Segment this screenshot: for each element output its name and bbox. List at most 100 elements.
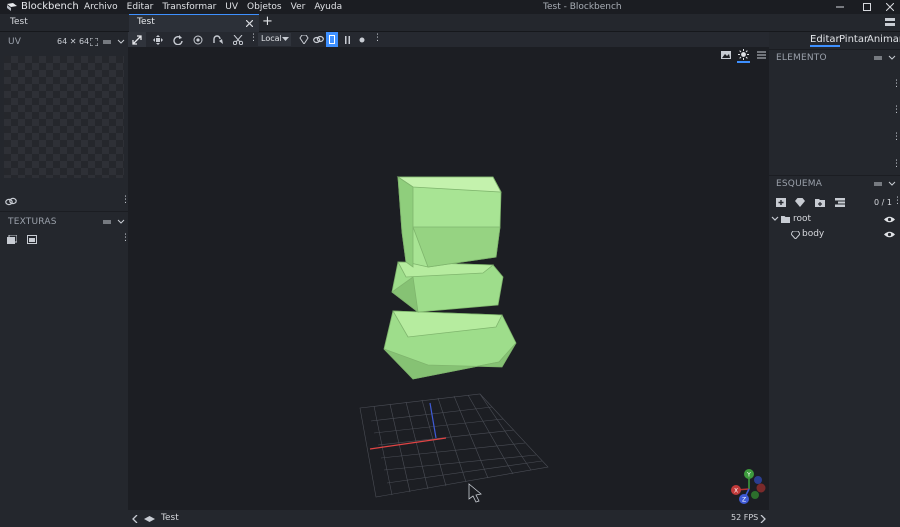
menu-item-objetos[interactable]: Objetos: [247, 2, 282, 12]
minimize-icon[interactable]: [833, 1, 847, 13]
toolbar-dots-icon[interactable]: ⋮: [249, 33, 258, 43]
gizmo-z-label: Z: [742, 497, 746, 504]
green-model: [383, 176, 517, 380]
gizmo-x-label: X: [734, 488, 738, 495]
minimize-panel-icon[interactable]: [874, 180, 882, 188]
app-name: Blockbench: [21, 1, 79, 12]
menu-item-transformar[interactable]: Transformar: [162, 2, 216, 12]
menu-bar: Archivo Editar Transformar UV Objetos Ver Ayud…: [84, 2, 351, 12]
import-texture-icon[interactable]: [6, 234, 17, 244]
element-panel-header: ELEMENTO: [769, 49, 900, 67]
move-tool-icon[interactable]: [152, 34, 164, 45]
axis-gizmo[interactable]: Y X Z: [728, 468, 768, 508]
outliner-item-label: root: [793, 214, 812, 224]
rotate-tool-icon[interactable]: [172, 34, 184, 45]
element-row-dots-icon[interactable]: ⋮: [892, 159, 900, 169]
new-tab-button[interactable]: +: [262, 14, 273, 29]
cut-tool-icon[interactable]: [232, 34, 244, 45]
fps-counter: 52 FPS: [731, 513, 759, 522]
folder-icon: [780, 215, 790, 224]
eye-icon[interactable]: [884, 215, 895, 224]
element-row-dots-icon[interactable]: ⋮: [892, 105, 900, 115]
maximize-icon[interactable]: [860, 1, 874, 13]
brightness-icon[interactable]: [737, 48, 750, 63]
outliner-panel-title: ESQUEMA: [776, 179, 823, 189]
fullscreen-icon[interactable]: [90, 38, 98, 46]
toolbar-dots-icon[interactable]: ⋮: [373, 33, 382, 43]
tab-bar: Test Test +: [0, 14, 900, 32]
tab-test[interactable]: Test: [129, 14, 259, 32]
outliner-panel-header: ESQUEMA: [769, 175, 900, 193]
side-tab-label[interactable]: Test: [10, 17, 28, 27]
minimize-panel-icon[interactable]: [874, 54, 882, 62]
left-sidebar: UV 64 ✕ 64 ⋮ TEXTURAS ⋮: [0, 32, 130, 527]
menu-item-uv[interactable]: UV: [225, 2, 238, 12]
3d-viewport[interactable]: Y X Z: [128, 47, 769, 510]
status-bar: Test 52 FPS: [128, 510, 769, 527]
keyboard-icon[interactable]: [884, 17, 896, 27]
mode-tab-animar[interactable]: Animar: [867, 34, 900, 45]
minimize-panel-icon[interactable]: [103, 38, 111, 46]
element-row-dots-icon[interactable]: ⋮: [892, 79, 900, 89]
chevron-down-icon[interactable]: [117, 38, 125, 46]
menu-item-editar[interactable]: Editar: [127, 2, 154, 12]
mirror-modeling-icon[interactable]: [298, 34, 309, 45]
uv-size-label[interactable]: 64 ✕ 64: [57, 37, 89, 46]
minimize-panel-icon[interactable]: [103, 218, 111, 226]
add-cube-icon[interactable]: [775, 197, 786, 207]
menu-item-archivo[interactable]: Archivo: [84, 2, 118, 12]
hamburger-menu-icon[interactable]: [756, 50, 767, 60]
mouse-cursor: [468, 483, 482, 503]
toolbar: ⋮ Local ⋮: [128, 32, 769, 49]
outliner-item-label: body: [802, 229, 825, 239]
close-tab-icon[interactable]: [244, 18, 254, 28]
status-project-name: Test: [161, 513, 179, 523]
dropdown-caret-icon: [282, 36, 289, 43]
uv-editor-canvas[interactable]: [4, 56, 124, 178]
model-format-icon: [143, 515, 155, 523]
pivot-tool-icon[interactable]: [192, 34, 204, 45]
floor-grid: [359, 393, 549, 498]
textures-panel-title: TEXTURAS: [8, 217, 57, 227]
add-group-icon[interactable]: [814, 197, 825, 207]
cube-icon: [790, 230, 800, 239]
gizmo-y-label: Y: [746, 472, 751, 479]
chevron-left-icon[interactable]: [131, 514, 139, 523]
link-icon[interactable]: [5, 196, 17, 206]
chevron-down-icon[interactable]: [888, 54, 896, 62]
chevron-down-icon[interactable]: [117, 218, 125, 226]
screenshot-icon[interactable]: [720, 50, 731, 60]
outliner-dots-icon[interactable]: ⋮: [893, 196, 900, 206]
menu-item-ayuda[interactable]: Ayuda: [314, 2, 342, 12]
collapse-all-icon[interactable]: [834, 197, 845, 207]
scene-canvas: [359, 176, 549, 503]
mode-tab-pintar[interactable]: Pintar: [839, 34, 868, 45]
title-bar: Blockbench Archivo Editar Transformar UV Obj…: [0, 0, 900, 14]
dot-icon[interactable]: [357, 34, 367, 45]
space-select-value: Local: [261, 34, 282, 43]
pause-icon[interactable]: [342, 34, 352, 45]
outliner-count: 0 / 1: [874, 198, 892, 207]
add-mesh-icon[interactable]: [794, 197, 805, 207]
resize-tool-icon[interactable]: [212, 34, 224, 45]
element-row-dots-icon[interactable]: ⋮: [892, 132, 900, 142]
close-icon[interactable]: [883, 1, 897, 13]
tab-test-label: Test: [137, 17, 155, 27]
uv-panel-title: UV: [8, 37, 22, 47]
chevron-down-icon[interactable]: [771, 215, 779, 223]
outliner-item-body[interactable]: body: [769, 227, 900, 242]
menu-item-ver[interactable]: Ver: [291, 2, 306, 12]
axis-lock-icon[interactable]: [326, 32, 338, 47]
right-sidebar: Editar Pintar Animar ELEMENTO ⋮ ⋮ ⋮ ⋮ ES…: [769, 32, 900, 527]
chevron-right-icon[interactable]: [759, 514, 767, 523]
chevron-down-icon[interactable]: [888, 180, 896, 188]
element-panel-title: ELEMENTO: [776, 53, 827, 63]
space-select[interactable]: Local: [258, 33, 291, 46]
mode-tab-editar[interactable]: Editar: [810, 34, 840, 47]
eye-icon[interactable]: [884, 230, 895, 239]
window-title: Test - Blockbench: [543, 2, 622, 12]
link-uv-icon[interactable]: [312, 34, 324, 45]
create-texture-icon[interactable]: [26, 234, 37, 244]
blockbench-logo-icon: [6, 2, 18, 12]
outliner-item-root[interactable]: root: [769, 212, 900, 227]
